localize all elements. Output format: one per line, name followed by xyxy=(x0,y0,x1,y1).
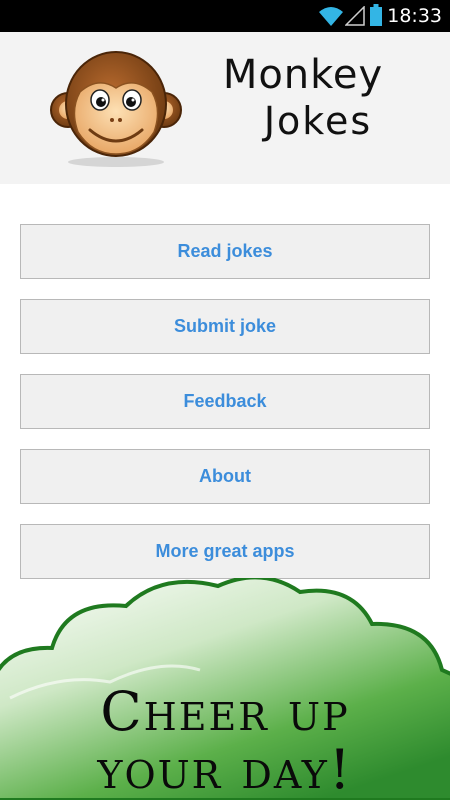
app-logo-title: Monkey Jokes xyxy=(188,52,418,144)
status-bar: 18:33 xyxy=(0,0,450,32)
main-menu: Read jokes Submit joke Feedback About Mo… xyxy=(20,224,430,599)
feedback-button[interactable]: Feedback xyxy=(20,374,430,429)
more-apps-button[interactable]: More great apps xyxy=(20,524,430,579)
banner-line1: Cheer up xyxy=(100,680,350,743)
logo-title-line1: Monkey xyxy=(222,52,384,98)
logo-title-line2: Jokes xyxy=(263,99,373,143)
banner-line2: your day! xyxy=(97,738,353,800)
about-button[interactable]: About xyxy=(20,449,430,504)
app-header: Monkey Jokes xyxy=(0,32,450,184)
submit-joke-button[interactable]: Submit joke xyxy=(20,299,430,354)
status-time: 18:33 xyxy=(387,5,442,27)
battery-icon xyxy=(370,4,382,26)
signal-icon xyxy=(345,6,365,26)
wifi-icon xyxy=(319,7,343,26)
monkey-face-icon xyxy=(50,51,182,167)
read-jokes-button[interactable]: Read jokes xyxy=(20,224,430,279)
